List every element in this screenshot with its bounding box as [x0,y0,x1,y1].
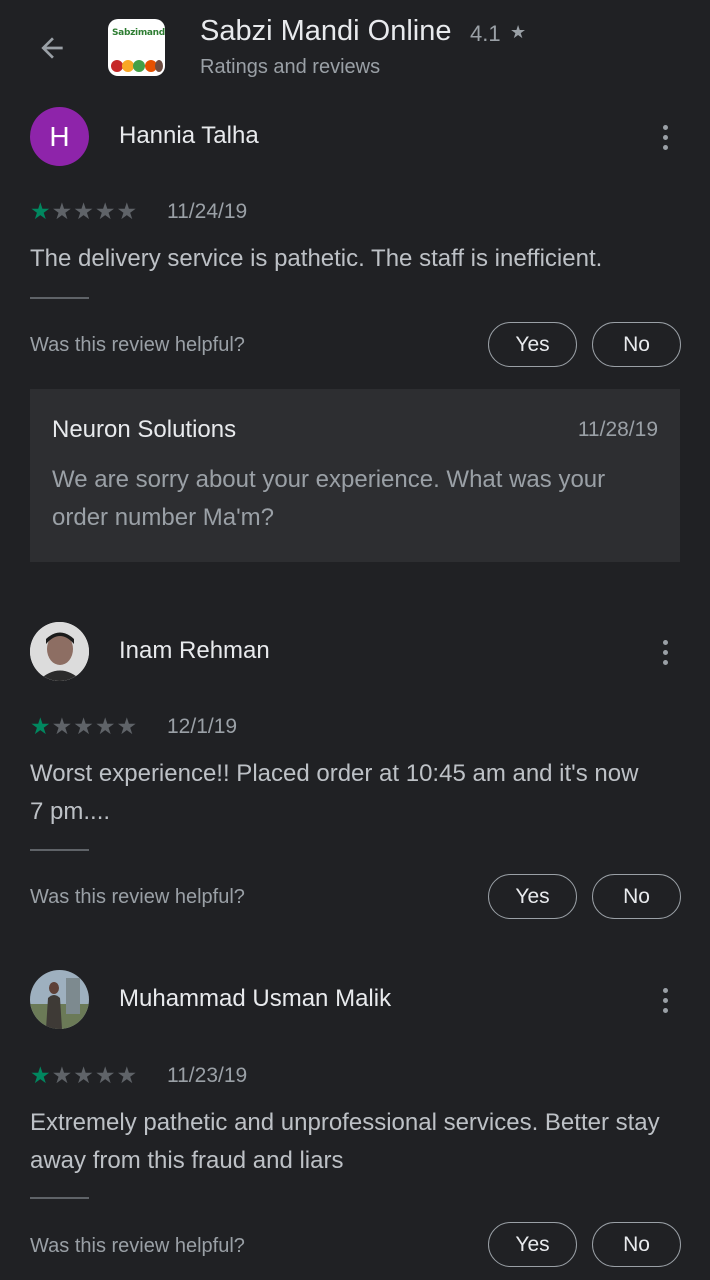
app-rating: 4.1 [470,21,501,46]
star-icon: ★ [116,713,138,739]
more-options-button[interactable] [650,980,680,1020]
reply-author: Neuron Solutions [52,416,237,443]
star-icon: ★ [51,713,73,739]
star-icon: ★ [73,1062,94,1088]
star-rating: ★ ★ ★ ★ ★ [30,1064,137,1087]
reviewer-name: Muhammad Usman Malik [119,985,392,1012]
review-text: Worst experience!! Placed order at 10:45… [30,760,639,825]
star-rating: ★ ★ ★ ★ ★ [30,200,137,223]
helpful-prompt: Was this review helpful? [30,886,245,908]
app-icon-logo-text: Sabzimandi [112,28,165,38]
star-icon: ★ [94,1062,116,1088]
app-icon[interactable]: Sabzimandi [108,19,165,76]
app-title: Sabzi Mandi Online [200,15,452,47]
more-options-button[interactable] [650,117,680,157]
star-icon: ★ [510,22,527,42]
reviewer-name: Inam Rehman [119,637,270,664]
star-rating: ★ ★ ★ ★ ★ [30,715,137,738]
helpful-prompt: Was this review helpful? [30,1235,245,1257]
star-icon: ★ [30,1062,51,1088]
avatar-photo [30,970,89,1029]
review-text: Extremely pathetic and unprofessional se… [30,1109,660,1174]
avatar-letter: H [49,120,70,152]
more-options-button[interactable] [650,632,680,672]
avatar [30,970,89,1029]
avatar [30,622,89,681]
reply-date: 11/28/19 [577,418,658,441]
yes-button[interactable]: Yes [488,322,577,367]
star-icon: ★ [116,198,138,224]
review-date: 11/24/19 [167,200,248,223]
star-icon: ★ [94,198,116,224]
back-button[interactable] [30,26,74,70]
no-button[interactable]: No [592,322,681,367]
star-icon: ★ [73,198,94,224]
reviews-screen: Sabzimandi Sabzi Mandi Online 4.1 ★ Rati… [0,0,710,1280]
more-vert-icon [662,124,668,130]
no-button[interactable]: No [592,1222,681,1267]
arrow-back-icon [41,37,63,59]
reviewer-name: Hannia Talha [119,122,259,149]
helpful-prompt: Was this review helpful? [30,334,245,356]
app-header: Sabzimandi Sabzi Mandi Online 4.1 ★ Rati… [0,0,710,95]
review-date: 11/23/19 [167,1064,248,1087]
more-vert-icon [662,639,668,645]
divider [30,1197,89,1199]
vegetable-graphic [155,60,163,72]
page-subtitle: Ratings and reviews [200,56,381,78]
star-icon: ★ [116,1062,138,1088]
avatar: H [30,107,89,166]
reply-text: We are sorry about your experience. What… [52,466,606,531]
star-icon: ★ [94,713,116,739]
yes-button[interactable]: Yes [488,1222,577,1267]
star-icon: ★ [30,713,51,739]
divider [30,849,89,851]
avatar-photo [30,622,89,681]
more-vert-icon [662,987,668,993]
review-text: The delivery service is pathetic. The st… [30,245,603,272]
star-icon: ★ [51,198,73,224]
star-icon: ★ [51,1062,73,1088]
no-button[interactable]: No [592,874,681,919]
yes-button[interactable]: Yes [488,874,577,919]
developer-reply: Neuron Solutions 11/28/19 We are sorry a… [30,389,680,562]
star-icon: ★ [30,198,51,224]
divider [30,297,89,299]
star-icon: ★ [73,713,94,739]
vegetable-graphic [133,60,145,72]
review-date: 12/1/19 [167,715,238,738]
